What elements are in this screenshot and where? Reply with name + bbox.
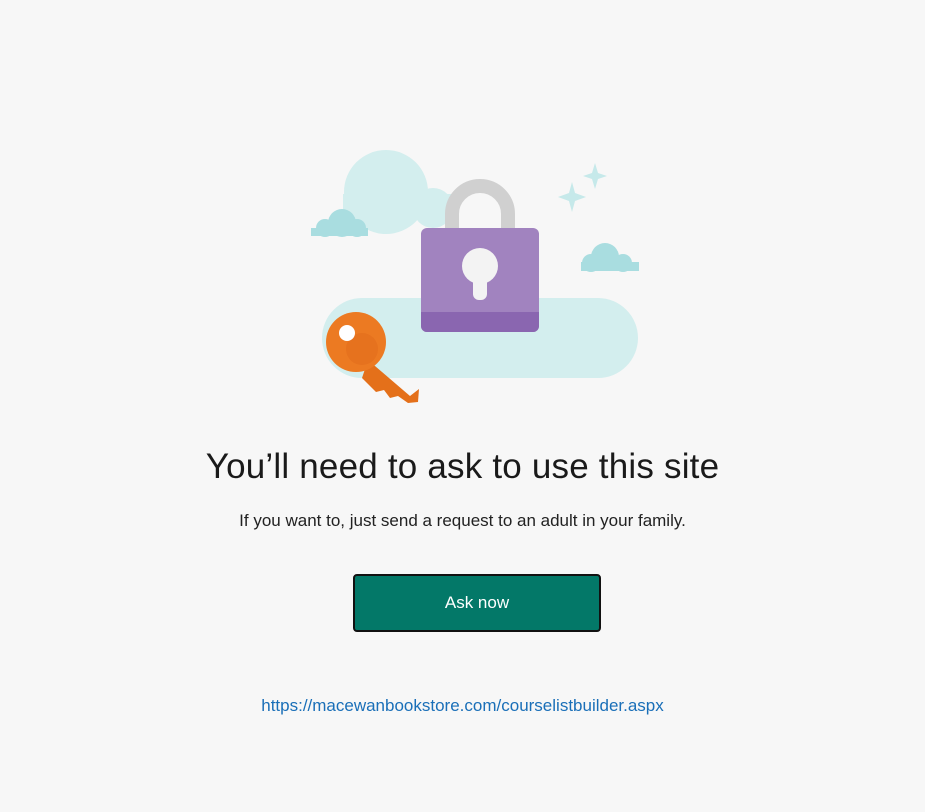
- sparkle-icon: [558, 163, 607, 212]
- cloud-icon: [581, 243, 639, 272]
- page-subtitle: If you want to, just send a request to a…: [239, 511, 686, 530]
- page-title: You’ll need to ask to use this site: [205, 447, 720, 486]
- blocked-site-url-link[interactable]: https://macewanbookstore.com/courselistb…: [0, 696, 925, 716]
- lock-key-illustration: [311, 150, 639, 403]
- ask-now-button[interactable]: Ask now: [353, 574, 601, 632]
